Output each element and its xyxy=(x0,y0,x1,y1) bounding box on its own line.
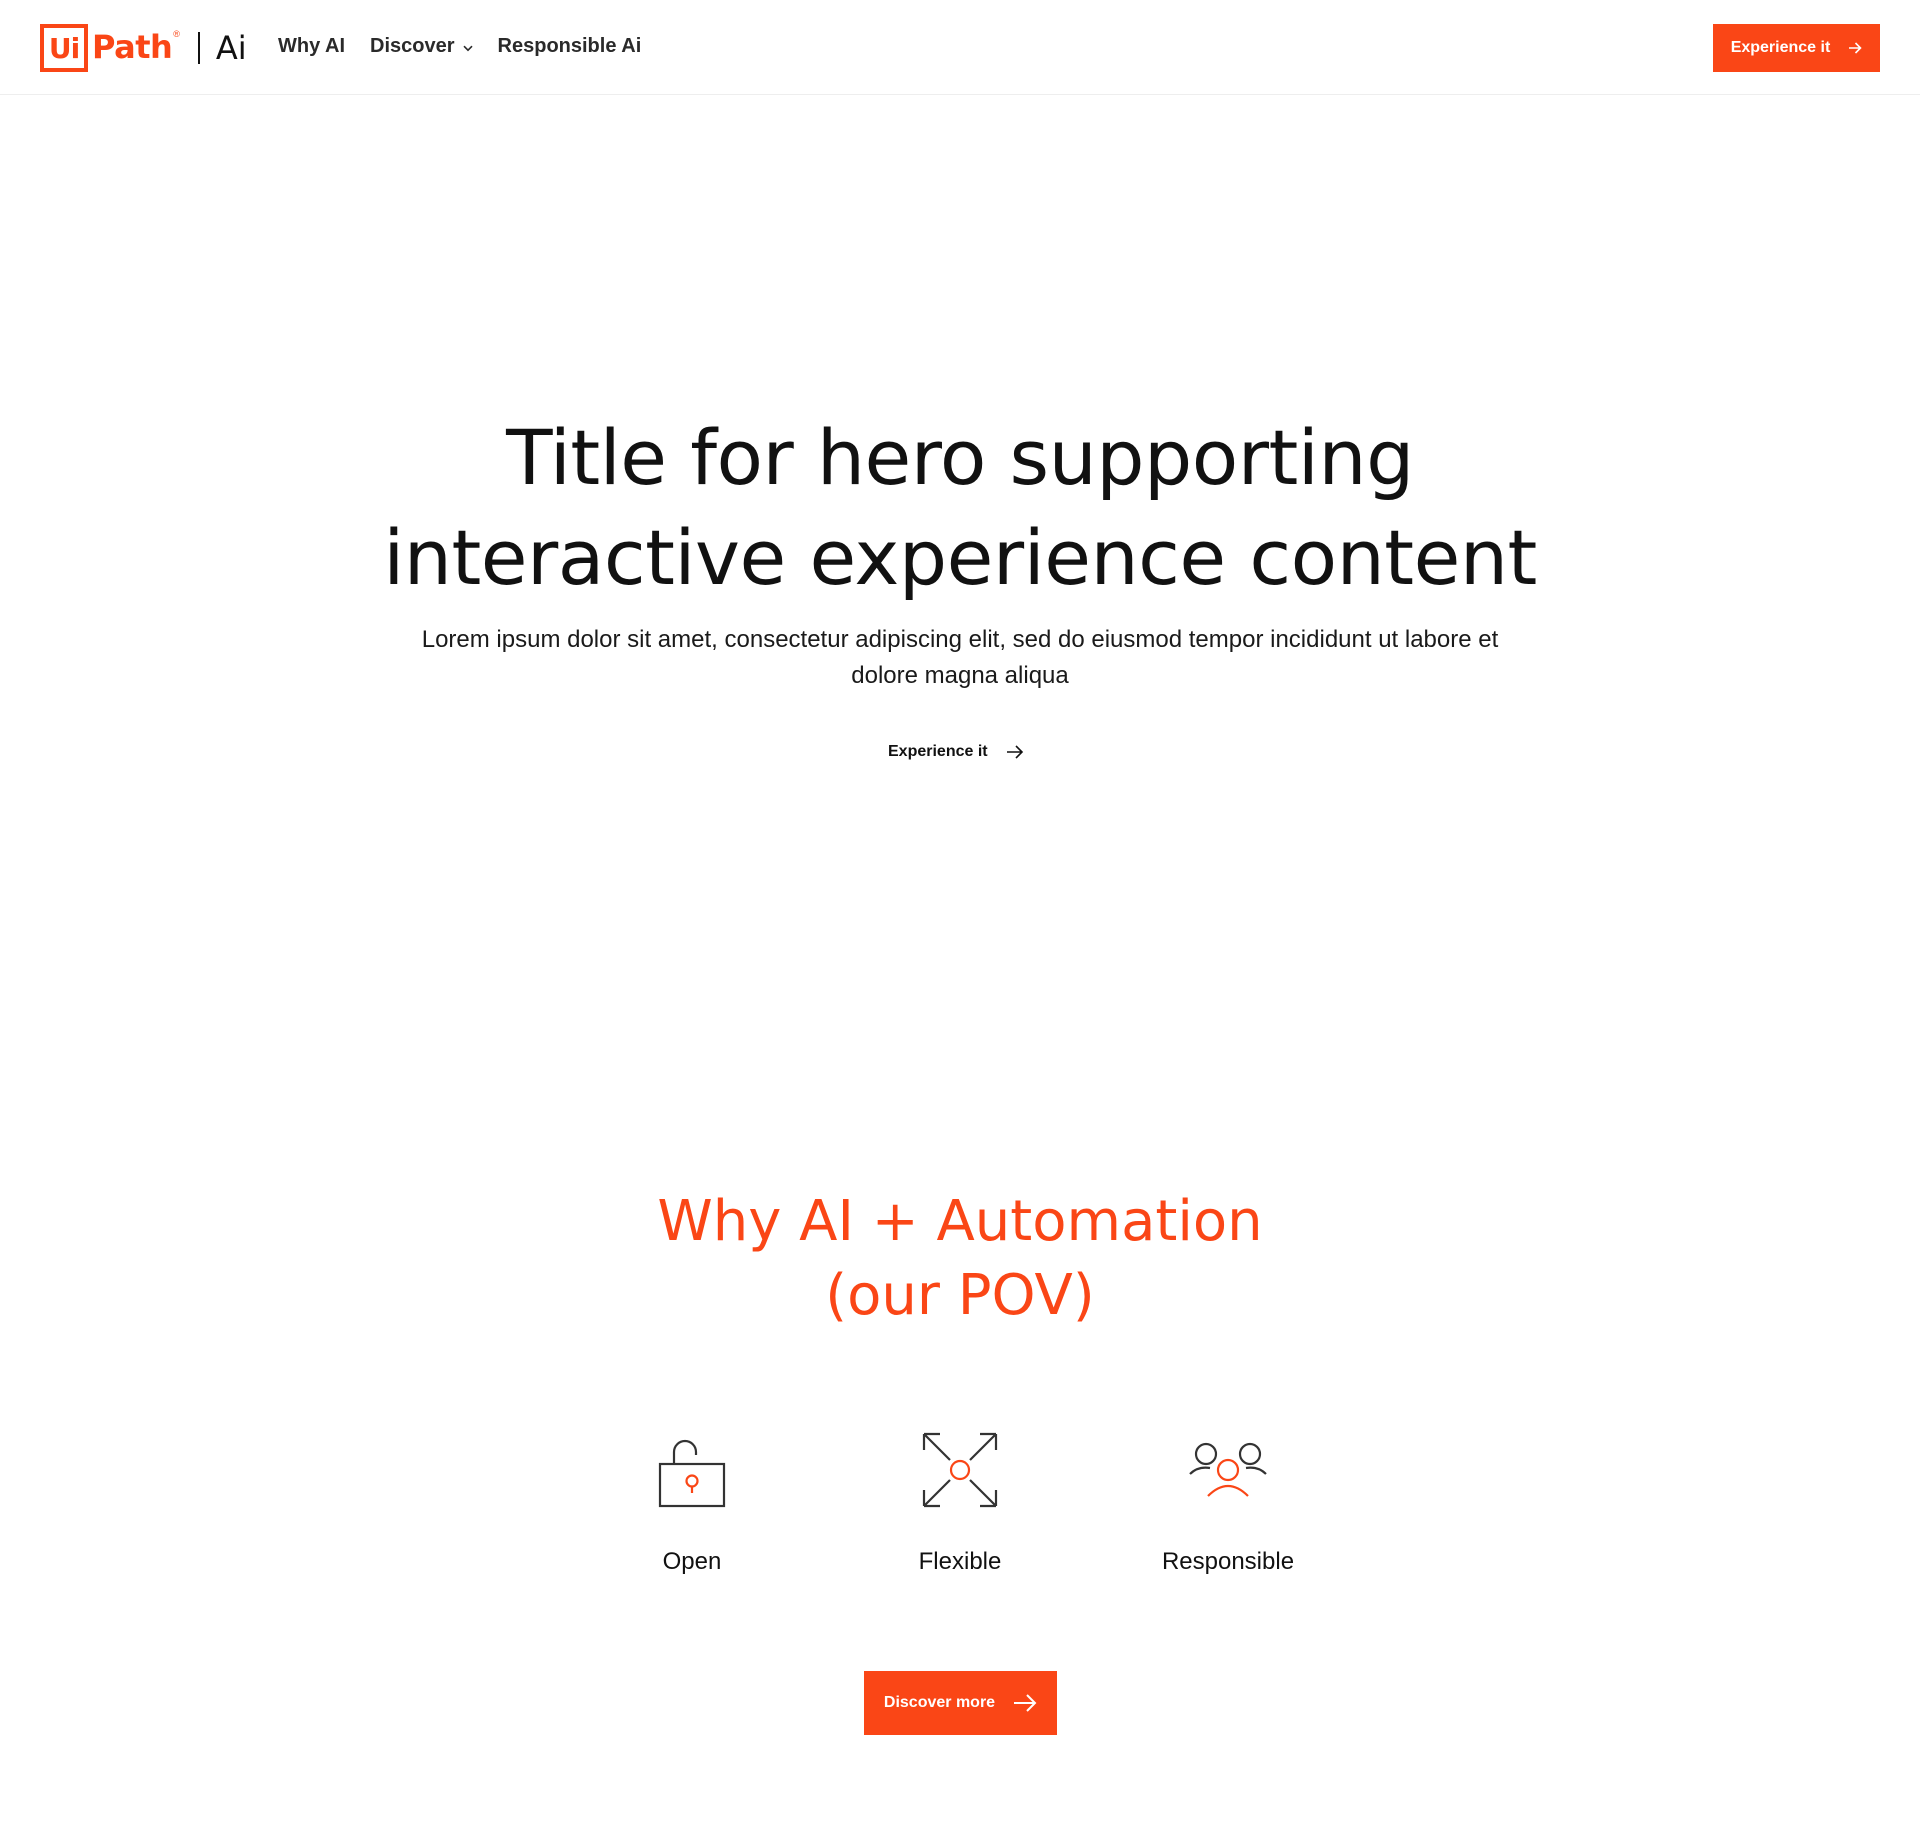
discover-more-button-label: Discover more xyxy=(883,1694,996,1711)
header-experience-button-label: Experience it xyxy=(1730,39,1831,56)
logo-path-text: Path xyxy=(92,28,173,66)
logo-registered-mark: ® xyxy=(173,29,180,39)
discover-more-button[interactable]: Discover more xyxy=(864,1671,1057,1735)
hero-title: Title for hero supporting interactive ex… xyxy=(0,408,1920,608)
hero-subtitle: Lorem ipsum dolor sit amet, consectetur … xyxy=(421,626,1499,689)
nav-item-label: Discover xyxy=(370,35,455,57)
logo-ui-mark: Ui xyxy=(40,24,88,72)
why-ai-title: Why AI + Automation (our POV) xyxy=(0,1185,1920,1333)
feature-label: Responsible xyxy=(1161,1548,1295,1575)
nav-item-responsible-ai[interactable]: Responsible Ai xyxy=(498,35,642,58)
header-experience-button[interactable]: Experience it xyxy=(1713,24,1880,72)
why-ai-title-line: (our POV) xyxy=(825,1263,1095,1328)
hero-title-line: Title for hero supporting xyxy=(506,413,1414,502)
feature-responsible: Responsible xyxy=(1128,1430,1328,1576)
feature-label: Open xyxy=(662,1548,722,1575)
feature-flexible: Flexible xyxy=(860,1430,1060,1576)
nav-item-label: Why AI xyxy=(278,35,346,57)
feature-label: Flexible xyxy=(918,1548,1002,1575)
expand-arrows-icon xyxy=(922,1432,998,1508)
why-ai-title-line: Why AI + Automation xyxy=(657,1189,1263,1254)
logo-divider xyxy=(197,32,200,64)
people-group-icon xyxy=(1189,1442,1267,1497)
feature-list: Open Flexible Responsible xyxy=(0,1430,1920,1590)
feature-open: Open xyxy=(592,1430,792,1576)
hero-experience-link-label: Experience it xyxy=(888,743,988,760)
logo-product-name: Ai xyxy=(215,29,247,67)
chevron-down-icon xyxy=(462,35,473,58)
nav-item-discover[interactable]: Discover xyxy=(370,35,473,58)
nav-item-label: Responsible Ai xyxy=(497,35,642,57)
uipath-ai-logo[interactable]: Ui Path ® Ai xyxy=(40,24,247,72)
hero-title-line: interactive experience content xyxy=(383,513,1537,602)
main-nav: Why AI Discover Responsible Ai xyxy=(278,35,666,58)
arrow-right-icon xyxy=(1848,42,1862,54)
arrow-right-icon xyxy=(1013,1694,1037,1712)
hero-experience-link[interactable]: Experience it xyxy=(888,743,1024,761)
arrow-right-icon xyxy=(1006,745,1024,759)
unlocked-padlock-icon xyxy=(658,1439,726,1508)
nav-item-why-ai[interactable]: Why AI xyxy=(278,35,345,58)
site-header: Ui Path ® Ai Why AI Discover Responsible… xyxy=(0,0,1920,95)
